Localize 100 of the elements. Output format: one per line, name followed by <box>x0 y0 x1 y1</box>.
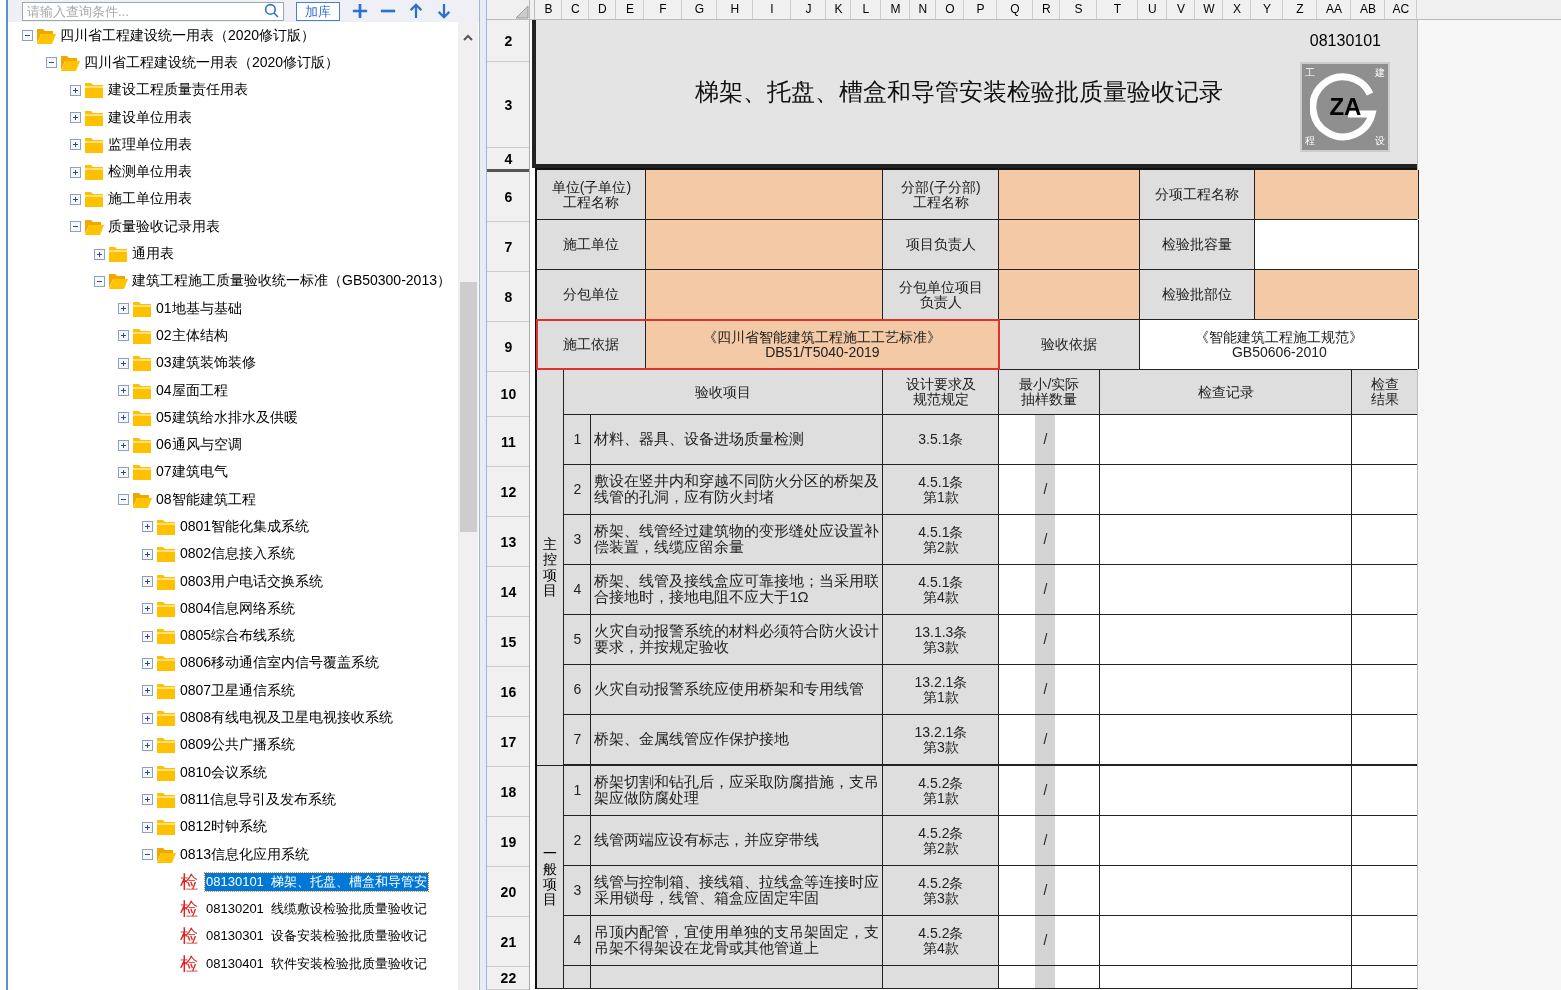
tree-item[interactable]: 0807卫星通信系统 <box>179 681 297 700</box>
column-header[interactable]: G <box>682 0 718 19</box>
table-cell[interactable] <box>1255 170 1420 219</box>
tree-item[interactable]: 0802信息接入系统 <box>179 545 297 564</box>
expand-icon[interactable] <box>70 193 81 205</box>
column-header[interactable]: AB <box>1351 0 1386 19</box>
row-header[interactable]: 6 <box>504 188 513 205</box>
tree-item[interactable]: 施工单位用表 <box>107 190 193 209</box>
column-header[interactable]: Y <box>1251 0 1284 19</box>
row-header[interactable]: 15 <box>500 633 517 650</box>
tree-item[interactable]: 04屋面工程 <box>155 381 229 400</box>
table-cell[interactable] <box>1035 966 1056 988</box>
row-header[interactable]: 17 <box>500 733 517 750</box>
table-cell[interactable] <box>646 270 884 319</box>
tree-item[interactable]: 07建筑电气 <box>155 463 229 482</box>
column-header[interactable]: H <box>717 0 754 19</box>
tree-item[interactable]: 建设工程质量责任用表 <box>107 81 249 100</box>
row-header[interactable]: 10 <box>500 386 517 402</box>
collapse-icon[interactable] <box>70 221 81 233</box>
expand-icon[interactable] <box>118 439 129 451</box>
tree-item[interactable]: 检测单位用表 <box>107 163 193 182</box>
table-cell[interactable] <box>999 220 1141 269</box>
sample-count[interactable]: / <box>1035 766 1056 815</box>
column-header[interactable]: V <box>1167 0 1196 19</box>
tree-item[interactable]: 05建筑给水排水及供暖 <box>155 408 299 427</box>
row-header[interactable]: 21 <box>500 933 517 950</box>
row-header[interactable]: 14 <box>500 583 517 600</box>
column-header[interactable]: E <box>616 0 645 19</box>
table-cell[interactable] <box>1255 270 1420 319</box>
row-header[interactable]: 7 <box>504 238 513 255</box>
sample-count[interactable]: / <box>1035 916 1056 965</box>
row-header[interactable]: 2 <box>504 32 513 49</box>
column-header[interactable]: P <box>964 0 998 19</box>
tree-item[interactable]: 0805综合布线系统 <box>179 627 297 646</box>
row-header[interactable]: 9 <box>504 338 513 355</box>
expand-icon[interactable] <box>142 630 153 642</box>
down-arrow-icon[interactable] <box>436 3 452 19</box>
expand-icon[interactable] <box>142 685 153 697</box>
tree-item[interactable]: 0806移动通信室内信号覆盖系统 <box>179 654 381 673</box>
expand-icon[interactable] <box>118 357 129 369</box>
sample-count[interactable]: / <box>1035 465 1056 514</box>
tree-item[interactable]: 08130401 软件安装检验批质量验收记 <box>205 954 429 973</box>
expand-icon[interactable] <box>94 248 105 260</box>
column-header[interactable]: L <box>851 0 882 19</box>
sample-count[interactable]: / <box>1035 866 1056 915</box>
tree-item[interactable]: 0809公共广播系统 <box>179 736 297 755</box>
tree-item[interactable]: 监理单位用表 <box>107 135 193 154</box>
tree-item[interactable]: 0813信息化应用系统 <box>179 845 311 864</box>
tree-item[interactable]: 通用表 <box>131 245 175 263</box>
tree-item[interactable]: 06通风与空调 <box>155 436 243 455</box>
table-cell[interactable] <box>999 270 1141 319</box>
search-icon[interactable] <box>264 2 280 19</box>
table-cell[interactable] <box>646 220 884 269</box>
sample-count[interactable]: / <box>1035 665 1056 714</box>
tree-item[interactable]: 0801智能化集成系统 <box>179 518 311 536</box>
tree-item[interactable]: 0808有线电视及卫星电视接收系统 <box>179 709 395 728</box>
expand-icon[interactable] <box>70 84 81 96</box>
sample-count[interactable]: / <box>1035 715 1056 764</box>
tree-item[interactable]: 0810会议系统 <box>179 763 269 782</box>
column-header[interactable]: X <box>1223 0 1252 19</box>
row-header[interactable]: 4 <box>504 150 513 167</box>
expand-icon[interactable] <box>118 412 129 424</box>
tree-item[interactable]: 0812时钟系统 <box>179 818 269 837</box>
column-header[interactable]: C <box>562 0 590 19</box>
expand-icon[interactable] <box>70 139 81 151</box>
row-header[interactable]: 11 <box>501 433 516 450</box>
expand-icon[interactable] <box>142 521 153 533</box>
search-field[interactable]: 请输入查询条件... <box>22 1 284 21</box>
plus-icon[interactable] <box>352 3 368 19</box>
scrollbar-thumb[interactable] <box>459 282 477 532</box>
column-header[interactable]: O <box>936 0 965 19</box>
column-header[interactable]: M <box>881 0 911 19</box>
column-header[interactable]: I <box>753 0 792 19</box>
tree-item[interactable]: 0804信息网络系统 <box>179 599 297 618</box>
tree-item[interactable]: 0803用户电话交换系统 <box>179 572 325 591</box>
row-header[interactable]: 8 <box>504 288 513 305</box>
tree-item[interactable]: 01地基与基础 <box>155 299 243 318</box>
expand-icon[interactable] <box>118 466 129 478</box>
sample-count[interactable]: / <box>1035 415 1056 464</box>
expand-icon[interactable] <box>70 166 81 178</box>
expand-icon[interactable] <box>142 739 153 751</box>
row-header[interactable]: 19 <box>500 833 517 850</box>
row-header[interactable]: 18 <box>500 783 517 800</box>
row-header[interactable]: 13 <box>500 533 517 550</box>
column-header[interactable]: Q <box>997 0 1034 19</box>
tree-item[interactable]: 建筑工程施工质量验收统一标准（GB50300-2013） <box>131 272 452 291</box>
table-cell[interactable]: 《四川省智能建筑工程施工工艺标准》 DB51/T5040-2019 <box>646 320 1000 369</box>
row-header[interactable]: 16 <box>500 683 517 700</box>
expand-icon[interactable] <box>142 821 153 833</box>
column-header[interactable]: Z <box>1283 0 1318 19</box>
sample-count[interactable]: / <box>1035 816 1056 865</box>
expand-icon[interactable] <box>70 112 81 124</box>
expand-icon[interactable] <box>118 303 129 315</box>
column-header[interactable]: K <box>826 0 852 19</box>
expand-icon[interactable] <box>142 767 153 779</box>
table-cell[interactable] <box>646 170 884 219</box>
tree-item[interactable]: 四川省工程建设统一用表（2020修订版） <box>83 53 341 72</box>
collapse-icon[interactable] <box>118 494 129 506</box>
table-cell[interactable] <box>999 170 1141 219</box>
collapse-icon[interactable] <box>94 275 105 287</box>
